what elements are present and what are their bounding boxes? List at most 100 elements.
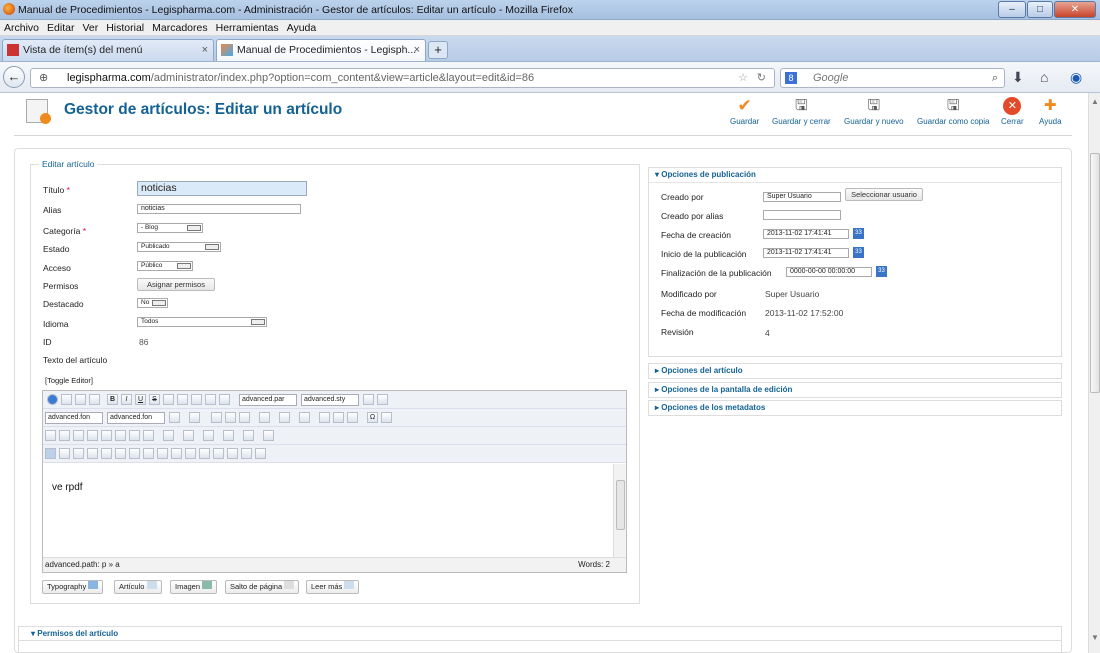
editor-scrollbar-thumb[interactable]	[616, 480, 625, 530]
paste-icon[interactable]	[239, 412, 250, 423]
close-icon[interactable]: ×	[202, 40, 208, 60]
del-icon[interactable]	[171, 448, 182, 459]
layer-icon[interactable]	[87, 448, 98, 459]
close-window-button[interactable]: ✕	[1054, 1, 1096, 18]
align-left-icon[interactable]	[163, 394, 174, 405]
back-button[interactable]: ←	[3, 66, 25, 88]
template-icon[interactable]	[73, 448, 84, 459]
page-scrollbar[interactable]: ▲ ▼	[1088, 93, 1100, 653]
paragraph-icon[interactable]	[59, 448, 70, 459]
visual-aid-icon[interactable]	[45, 448, 56, 459]
menu-ver[interactable]: Ver	[78, 20, 102, 34]
article-button[interactable]: Artículo	[114, 580, 162, 594]
maximize-button[interactable]: □	[1027, 1, 1053, 18]
list-icon[interactable]	[279, 412, 290, 423]
code-icon[interactable]	[255, 448, 266, 459]
media-icon[interactable]	[143, 430, 154, 441]
print-icon[interactable]	[101, 430, 112, 441]
alias-input[interactable]: noticias	[137, 204, 301, 214]
paint-icon[interactable]	[377, 394, 388, 405]
publishing-options-header[interactable]: ▾ Opciones de publicación	[649, 168, 1061, 183]
fullscreen-icon[interactable]	[73, 430, 84, 441]
menu-historial[interactable]: Historial	[102, 20, 148, 34]
new-tab-button[interactable]: +	[428, 41, 448, 59]
language-select[interactable]: Todos	[137, 317, 267, 327]
ltr-icon[interactable]	[45, 430, 56, 441]
tab-manual-procedimientos[interactable]: Manual de Procedimientos - Legisph... ×	[216, 39, 426, 61]
omega-icon[interactable]: Ω	[367, 412, 378, 423]
cell-icon[interactable]	[183, 430, 194, 441]
new-document-icon[interactable]	[61, 394, 72, 405]
align-center-icon[interactable]	[177, 394, 188, 405]
toggle-editor-link[interactable]: [Toggle Editor]	[45, 376, 93, 385]
help-button[interactable]: ✚ Ayuda	[1039, 97, 1062, 126]
subscript-icon[interactable]	[347, 412, 358, 423]
assign-permissions-button[interactable]: Asignar permisos	[137, 278, 215, 291]
addon-icon[interactable]: ◉	[1070, 69, 1082, 86]
title-input[interactable]: noticias	[137, 181, 307, 196]
article-permissions-header[interactable]: ▾ Permisos del artículo	[18, 626, 1062, 641]
save-copy-button[interactable]: 🖫 Guardar como copia	[917, 97, 989, 126]
style-select[interactable]: advanced.sty	[301, 394, 359, 406]
font-size-select[interactable]: advanced.fon	[107, 412, 165, 424]
publish-up-input[interactable]: 2013-11-02 17:41:41	[763, 248, 849, 258]
attribs-icon[interactable]	[129, 448, 140, 459]
save-button[interactable]: ✔ Guardar	[730, 97, 759, 127]
highlight-icon[interactable]	[189, 412, 200, 423]
align-right-icon[interactable]	[191, 394, 202, 405]
rtl-icon[interactable]	[59, 430, 70, 441]
save-new-button[interactable]: 🖫 Guardar y nuevo	[844, 97, 904, 126]
edit-screen-options-panel[interactable]: ▸ Opciones de la pantalla de edición	[648, 382, 1062, 398]
align-justify-icon[interactable]	[205, 394, 216, 405]
ins-icon[interactable]	[157, 448, 168, 459]
find-icon[interactable]	[115, 430, 126, 441]
publish-down-input[interactable]: 0000-00-00 00:00:00	[786, 267, 872, 277]
split-icon[interactable]	[263, 430, 274, 441]
minimize-button[interactable]: –	[998, 1, 1026, 18]
editor-scrollbar[interactable]	[613, 464, 626, 557]
format-select[interactable]: advanced.par	[239, 394, 297, 406]
column-icon[interactable]	[223, 430, 234, 441]
strikethrough-icon[interactable]: S	[149, 394, 160, 405]
download-icon[interactable]: ⬇	[1012, 69, 1024, 86]
close-button[interactable]: ✕ Cerrar	[1001, 97, 1024, 126]
scrollbar-thumb[interactable]	[1090, 153, 1100, 393]
tab-vista-menu[interactable]: Vista de ítem(s) del menú ×	[2, 39, 214, 61]
search-icon[interactable]: ⌕	[992, 69, 998, 87]
blockquote-icon[interactable]	[219, 394, 230, 405]
bookmark-star-icon[interactable]: ☆	[738, 69, 748, 87]
category-select[interactable]: - Blog	[137, 223, 203, 233]
superscript-icon[interactable]	[333, 412, 344, 423]
article-options-panel[interactable]: ▸ Opciones del artículo	[648, 363, 1062, 379]
save-close-button[interactable]: 🖫 Guardar y cerrar	[772, 97, 831, 126]
image-button[interactable]: Imagen	[170, 580, 218, 594]
state-select[interactable]: Publicado	[137, 242, 221, 252]
merge-icon[interactable]	[243, 430, 254, 441]
created-by-input[interactable]: Super Usuario	[763, 192, 841, 202]
redo-icon[interactable]	[89, 394, 100, 405]
featured-select[interactable]: No	[137, 298, 168, 308]
table-icon[interactable]	[163, 430, 174, 441]
reload-icon[interactable]: ↻	[757, 69, 766, 87]
close-icon[interactable]: ×	[414, 40, 420, 60]
image-icon[interactable]	[185, 448, 196, 459]
menu-archivo[interactable]: Archivo	[0, 20, 43, 34]
bold-icon[interactable]: B	[107, 394, 118, 405]
indent-icon[interactable]	[259, 412, 270, 423]
abbr-icon[interactable]	[101, 448, 112, 459]
identity-icon[interactable]: ⊕	[39, 69, 48, 87]
italic-icon[interactable]: I	[121, 394, 132, 405]
menu-editar[interactable]: Editar	[43, 20, 78, 34]
anchor-icon[interactable]	[199, 448, 210, 459]
search-input[interactable]: 8 Google ⌕	[780, 68, 1005, 88]
replace-icon[interactable]	[129, 430, 140, 441]
font-family-select[interactable]: advanced.fon	[45, 412, 103, 424]
metadata-options-panel[interactable]: ▸ Opciones de los metadatos	[648, 400, 1062, 416]
clear-format-icon[interactable]	[363, 394, 374, 405]
calendar-icon[interactable]: 33	[853, 228, 864, 239]
menu-ayuda[interactable]: Ayuda	[283, 20, 321, 34]
home-icon[interactable]: ⌂	[1040, 69, 1048, 85]
numbered-list-icon[interactable]	[299, 412, 310, 423]
read-more-button[interactable]: Leer más	[306, 580, 360, 594]
calendar-icon[interactable]: 33	[876, 266, 887, 277]
